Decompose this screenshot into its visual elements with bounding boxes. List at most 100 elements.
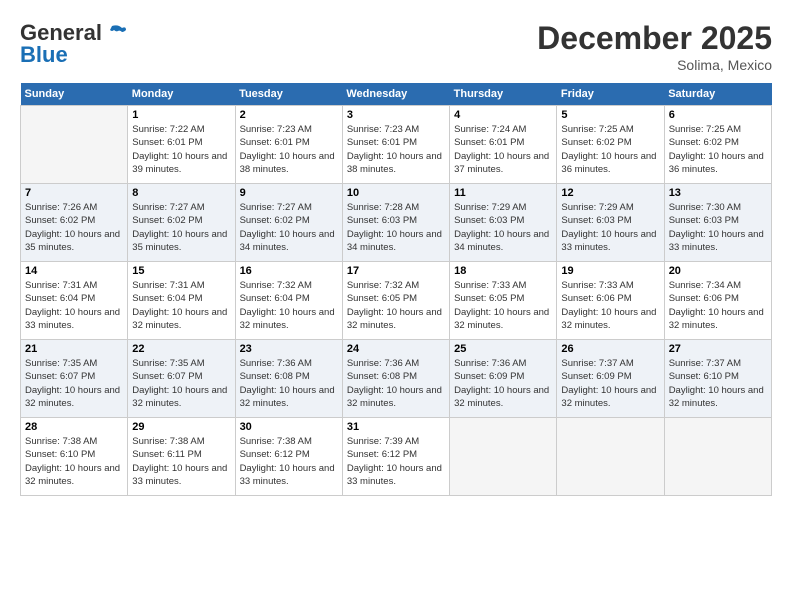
calendar-cell: 24 Sunrise: 7:36 AMSunset: 6:08 PMDayligh…: [342, 340, 449, 418]
cell-details: Sunrise: 7:26 AMSunset: 6:02 PMDaylight:…: [25, 201, 123, 254]
cell-details: Sunrise: 7:32 AMSunset: 6:04 PMDaylight:…: [240, 279, 338, 332]
calendar-cell: 31Sunrise: 7:39 AMSunset: 6:12 PMDayligh…: [342, 418, 449, 496]
calendar-cell: 29Sunrise: 7:38 AMSunset: 6:11 PMDayligh…: [128, 418, 235, 496]
cell-details: Sunrise: 7:37 AMSunset: 6:10 PMDaylight:…: [669, 357, 767, 410]
day-number: 17: [347, 265, 445, 277]
weekday-header-tuesday: Tuesday: [235, 83, 342, 106]
cell-details: Sunrise: 7:37 AMSunset: 6:09 PMDaylight:…: [561, 357, 659, 410]
cell-details: Sunrise: 7:38 AMSunset: 6:10 PMDaylight:…: [25, 435, 123, 488]
calendar-cell: 16 Sunrise: 7:32 AMSunset: 6:04 PMDayligh…: [235, 262, 342, 340]
calendar-cell: 27 Sunrise: 7:37 AMSunset: 6:10 PMDayligh…: [664, 340, 771, 418]
logo: General Blue: [20, 20, 126, 68]
cell-details: Sunrise: 7:36 AMSunset: 6:09 PMDaylight:…: [454, 357, 552, 410]
calendar-row-2: 7 Sunrise: 7:26 AMSunset: 6:02 PMDaylight…: [21, 184, 772, 262]
cell-details: Sunrise: 7:24 AMSunset: 6:01 PMDaylight:…: [454, 123, 552, 176]
cell-details: Sunrise: 7:29 AMSunset: 6:03 PMDaylight:…: [454, 201, 552, 254]
calendar-cell: 1 Sunrise: 7:22 AMSunset: 6:01 PMDaylight…: [128, 106, 235, 184]
day-number: 5: [561, 109, 659, 121]
cell-details: Sunrise: 7:31 AMSunset: 6:04 PMDaylight:…: [25, 279, 123, 332]
location-subtitle: Solima, Mexico: [537, 57, 772, 73]
calendar-cell: 7 Sunrise: 7:26 AMSunset: 6:02 PMDaylight…: [21, 184, 128, 262]
calendar-cell: 12 Sunrise: 7:29 AMSunset: 6:03 PMDayligh…: [557, 184, 664, 262]
day-number: 6: [669, 109, 767, 121]
day-number: 11: [454, 187, 552, 199]
calendar-cell: 15Sunrise: 7:31 AMSunset: 6:04 PMDayligh…: [128, 262, 235, 340]
cell-details: Sunrise: 7:27 AMSunset: 6:02 PMDaylight:…: [240, 201, 338, 254]
day-number: 20: [669, 265, 767, 277]
day-number: 25: [454, 343, 552, 355]
cell-details: Sunrise: 7:25 AMSunset: 6:02 PMDaylight:…: [561, 123, 659, 176]
cell-details: Sunrise: 7:35 AMSunset: 6:07 PMDaylight:…: [25, 357, 123, 410]
cell-details: Sunrise: 7:36 AMSunset: 6:08 PMDaylight:…: [347, 357, 445, 410]
day-number: 21: [25, 343, 123, 355]
calendar-cell: 2 Sunrise: 7:23 AMSunset: 6:01 PMDaylight…: [235, 106, 342, 184]
calendar-cell: 26 Sunrise: 7:37 AMSunset: 6:09 PMDayligh…: [557, 340, 664, 418]
weekday-header-saturday: Saturday: [664, 83, 771, 106]
day-number: 1: [132, 109, 230, 121]
calendar-cell: 19 Sunrise: 7:33 AMSunset: 6:06 PMDayligh…: [557, 262, 664, 340]
cell-details: Sunrise: 7:28 AMSunset: 6:03 PMDaylight:…: [347, 201, 445, 254]
calendar-cell: 8Sunrise: 7:27 AMSunset: 6:02 PMDaylight…: [128, 184, 235, 262]
day-number: 15: [132, 265, 230, 277]
calendar-cell: 28 Sunrise: 7:38 AMSunset: 6:10 PMDayligh…: [21, 418, 128, 496]
calendar-cell: [450, 418, 557, 496]
day-number: 16: [240, 265, 338, 277]
day-number: 7: [25, 187, 123, 199]
cell-details: Sunrise: 7:38 AMSunset: 6:11 PMDaylight:…: [132, 435, 230, 488]
weekday-header-sunday: Sunday: [21, 83, 128, 106]
calendar-cell: 17 Sunrise: 7:32 AMSunset: 6:05 PMDayligh…: [342, 262, 449, 340]
day-number: 2: [240, 109, 338, 121]
day-number: 28: [25, 421, 123, 433]
day-number: 24: [347, 343, 445, 355]
calendar-table: SundayMondayTuesdayWednesdayThursdayFrid…: [20, 83, 772, 496]
day-number: 10: [347, 187, 445, 199]
day-number: 27: [669, 343, 767, 355]
calendar-cell: 9 Sunrise: 7:27 AMSunset: 6:02 PMDaylight…: [235, 184, 342, 262]
calendar-row-5: 28 Sunrise: 7:38 AMSunset: 6:10 PMDayligh…: [21, 418, 772, 496]
cell-details: Sunrise: 7:23 AMSunset: 6:01 PMDaylight:…: [240, 123, 338, 176]
calendar-cell: 23Sunrise: 7:36 AMSunset: 6:08 PMDayligh…: [235, 340, 342, 418]
day-number: 18: [454, 265, 552, 277]
cell-details: Sunrise: 7:35 AMSunset: 6:07 PMDaylight:…: [132, 357, 230, 410]
header-section: General Blue December 2025 Solima, Mexic…: [20, 20, 772, 73]
cell-details: Sunrise: 7:38 AMSunset: 6:12 PMDaylight:…: [240, 435, 338, 488]
calendar-cell: 21 Sunrise: 7:35 AMSunset: 6:07 PMDayligh…: [21, 340, 128, 418]
calendar-cell: [21, 106, 128, 184]
weekday-header-row: SundayMondayTuesdayWednesdayThursdayFrid…: [21, 83, 772, 106]
calendar-container: General Blue December 2025 Solima, Mexic…: [0, 0, 792, 506]
calendar-cell: 3Sunrise: 7:23 AMSunset: 6:01 PMDaylight…: [342, 106, 449, 184]
day-number: 30: [240, 421, 338, 433]
cell-details: Sunrise: 7:29 AMSunset: 6:03 PMDaylight:…: [561, 201, 659, 254]
calendar-cell: 30 Sunrise: 7:38 AMSunset: 6:12 PMDayligh…: [235, 418, 342, 496]
calendar-cell: 18Sunrise: 7:33 AMSunset: 6:05 PMDayligh…: [450, 262, 557, 340]
cell-details: Sunrise: 7:25 AMSunset: 6:02 PMDaylight:…: [669, 123, 767, 176]
calendar-cell: 13 Sunrise: 7:30 AMSunset: 6:03 PMDayligh…: [664, 184, 771, 262]
calendar-cell: [664, 418, 771, 496]
cell-details: Sunrise: 7:33 AMSunset: 6:06 PMDaylight:…: [561, 279, 659, 332]
calendar-cell: 5 Sunrise: 7:25 AMSunset: 6:02 PMDaylight…: [557, 106, 664, 184]
calendar-cell: 14Sunrise: 7:31 AMSunset: 6:04 PMDayligh…: [21, 262, 128, 340]
cell-details: Sunrise: 7:30 AMSunset: 6:03 PMDaylight:…: [669, 201, 767, 254]
cell-details: Sunrise: 7:34 AMSunset: 6:06 PMDaylight:…: [669, 279, 767, 332]
calendar-cell: [557, 418, 664, 496]
day-number: 3: [347, 109, 445, 121]
calendar-cell: 6 Sunrise: 7:25 AMSunset: 6:02 PMDaylight…: [664, 106, 771, 184]
day-number: 19: [561, 265, 659, 277]
day-number: 9: [240, 187, 338, 199]
cell-details: Sunrise: 7:39 AMSunset: 6:12 PMDaylight:…: [347, 435, 445, 488]
calendar-cell: 25 Sunrise: 7:36 AMSunset: 6:09 PMDayligh…: [450, 340, 557, 418]
day-number: 26: [561, 343, 659, 355]
title-section: December 2025 Solima, Mexico: [537, 20, 772, 73]
calendar-cell: 10 Sunrise: 7:28 AMSunset: 6:03 PMDayligh…: [342, 184, 449, 262]
cell-details: Sunrise: 7:27 AMSunset: 6:02 PMDaylight:…: [132, 201, 230, 254]
cell-details: Sunrise: 7:32 AMSunset: 6:05 PMDaylight:…: [347, 279, 445, 332]
weekday-header-friday: Friday: [557, 83, 664, 106]
calendar-row-3: 14Sunrise: 7:31 AMSunset: 6:04 PMDayligh…: [21, 262, 772, 340]
cell-details: Sunrise: 7:22 AMSunset: 6:01 PMDaylight:…: [132, 123, 230, 176]
calendar-cell: 11 Sunrise: 7:29 AMSunset: 6:03 PMDayligh…: [450, 184, 557, 262]
calendar-cell: 22Sunrise: 7:35 AMSunset: 6:07 PMDayligh…: [128, 340, 235, 418]
calendar-row-4: 21 Sunrise: 7:35 AMSunset: 6:07 PMDayligh…: [21, 340, 772, 418]
day-number: 12: [561, 187, 659, 199]
day-number: 4: [454, 109, 552, 121]
day-number: 13: [669, 187, 767, 199]
